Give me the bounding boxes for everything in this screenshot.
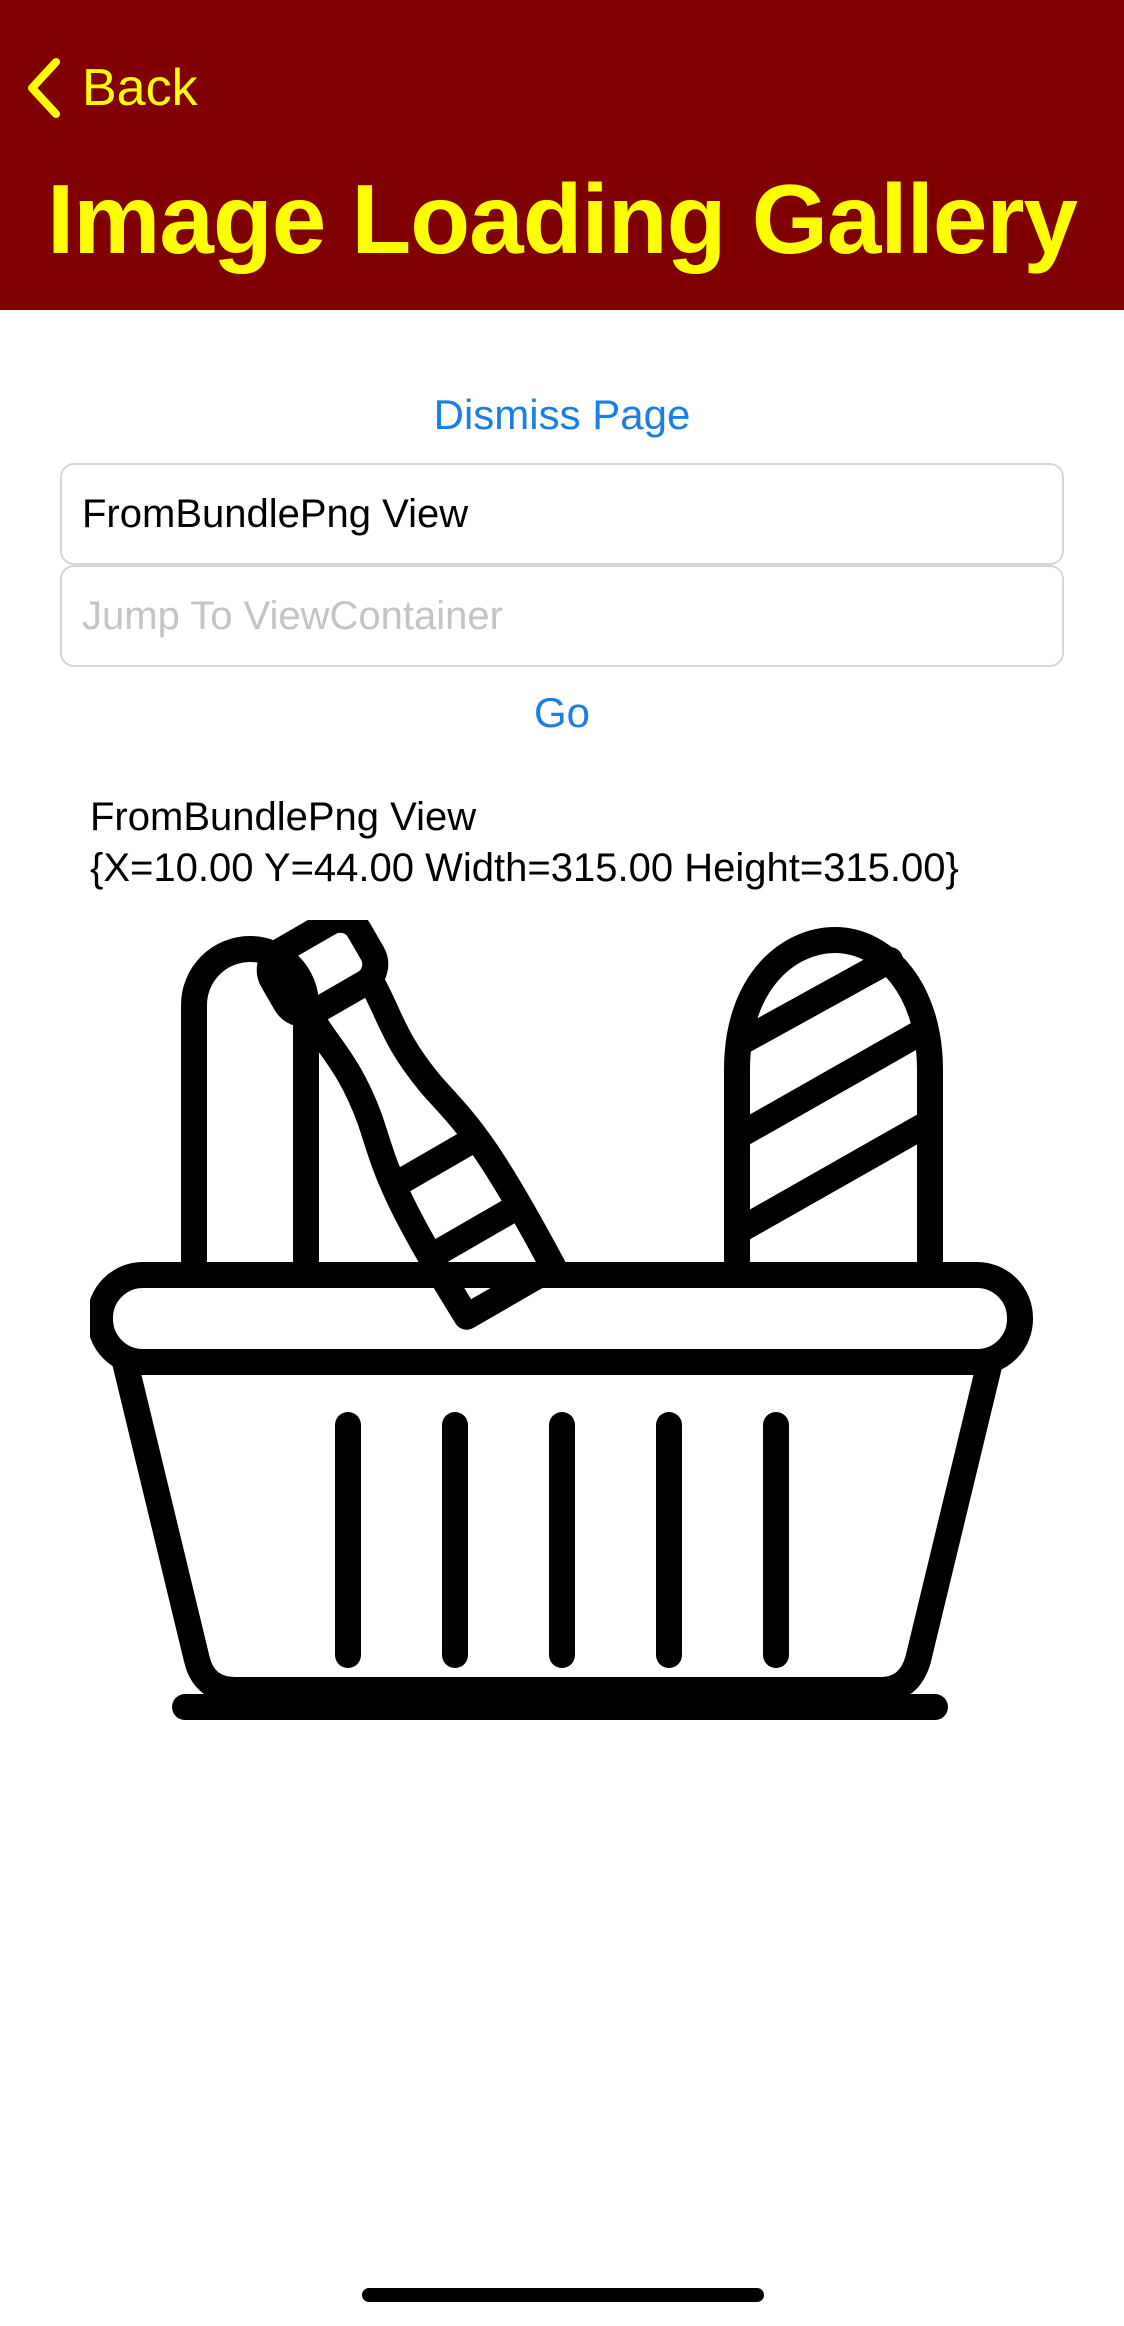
grocery-basket-icon: [90, 920, 1033, 1720]
view-frame-text: {X=10.00 Y=44.00 Width=315.00 Height=315…: [90, 846, 959, 890]
chevron-left-icon: [24, 58, 64, 118]
back-label: Back: [82, 59, 198, 117]
dismiss-page-button[interactable]: Dismiss Page: [0, 394, 1124, 436]
home-indicator[interactable]: [362, 2288, 764, 2302]
go-button[interactable]: Go: [0, 692, 1124, 734]
view-info-label: FromBundlePng View {X=10.00 Y=44.00 Widt…: [90, 792, 1090, 894]
selected-view-field[interactable]: [60, 463, 1064, 565]
navigation-bar: Back Image Loading Gallery: [0, 0, 1124, 310]
page-title: Image Loading Gallery: [46, 164, 1078, 274]
back-button[interactable]: Back: [24, 56, 198, 120]
image-loading-gallery-page: Back Image Loading Gallery Dismiss Page …: [0, 0, 1124, 2326]
view-name-text: FromBundlePng View: [90, 795, 477, 839]
jump-to-view-input[interactable]: [60, 565, 1064, 667]
